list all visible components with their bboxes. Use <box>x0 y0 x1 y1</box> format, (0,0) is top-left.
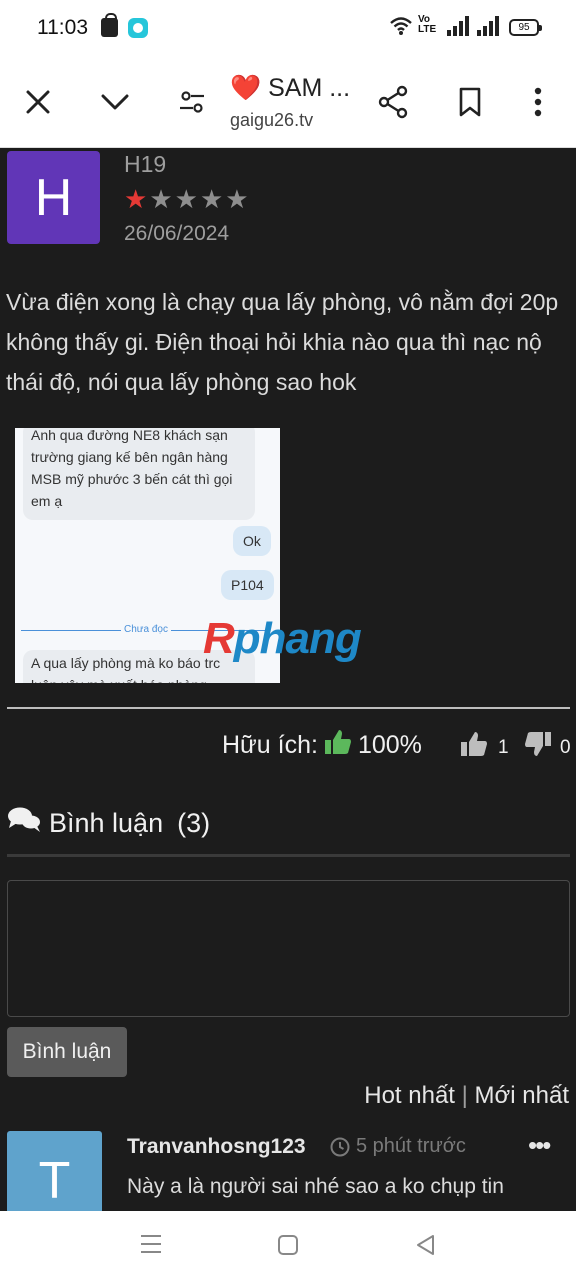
helpful-label: Hữu ích: <box>222 731 318 759</box>
status-bar: 11:03 Vo LTE 95 <box>0 0 576 56</box>
menu-icon[interactable] <box>139 1233 165 1259</box>
page-title[interactable]: ❤️ SAM ... <box>230 74 350 103</box>
comment-more-icon[interactable]: ••• <box>528 1130 551 1161</box>
sort-hot-link[interactable]: Hot nhất <box>364 1082 455 1109</box>
clock-icon <box>330 1137 350 1156</box>
comments-title: Bình luận <box>49 808 164 838</box>
like-count: 1 <box>498 736 509 758</box>
bookmark-icon[interactable] <box>450 82 490 122</box>
close-icon[interactable] <box>18 82 58 122</box>
sort-separator: | <box>461 1082 468 1109</box>
status-time: 11:03 <box>37 16 88 39</box>
shopping-bag-icon <box>101 13 118 37</box>
wifi-icon <box>390 17 412 35</box>
divider <box>7 854 570 857</box>
reviewer-name[interactable]: H19 <box>124 151 166 178</box>
page-url[interactable]: gaigu26.tv <box>230 110 313 131</box>
sort-new-link[interactable]: Mới nhất <box>475 1082 569 1109</box>
chat-bubble-incoming: Anh qua đường NE8 khách sạn trường giang… <box>23 428 255 520</box>
system-nav-bar <box>0 1211 576 1280</box>
review-date: 26/06/2024 <box>124 222 230 245</box>
thumbs-up-icon <box>324 728 352 763</box>
star-icon: ★ <box>174 184 198 214</box>
chat-app-icon <box>128 18 148 38</box>
star-icon: ★ <box>225 184 249 214</box>
star-icon: ★ <box>199 184 224 214</box>
battery-icon: 95 <box>509 19 542 36</box>
comments-icon <box>7 806 41 841</box>
signal-icon <box>447 16 469 36</box>
browser-toolbar: ❤️ SAM ... gaigu26.tv <box>0 56 576 148</box>
star-icon: ★ <box>149 184 173 214</box>
star-rating: ★ ★ ★ ★ ★ <box>124 186 249 212</box>
chat-bubble-outgoing: P104 <box>221 570 274 600</box>
thumbs-down-icon <box>522 730 552 765</box>
helpful-stat: Hữu ích: 100% <box>222 728 422 763</box>
dislike-button[interactable]: 0 <box>522 730 571 765</box>
chat-bubble-outgoing: Ok <box>233 526 271 556</box>
comment-text: Này a là người sai nhé sao a ko chụp tin <box>127 1175 504 1198</box>
comments-heading: Bình luận (3) <box>7 806 210 841</box>
comment-input[interactable] <box>7 880 570 1017</box>
dislike-count: 0 <box>560 736 571 758</box>
comment-sort: Hot nhất | Mới nhất <box>364 1082 569 1110</box>
volte-icon: Vo LTE <box>418 14 437 35</box>
like-button[interactable]: 1 <box>460 730 509 765</box>
share-icon[interactable] <box>373 82 413 122</box>
thumbs-up-icon <box>460 730 490 765</box>
helpful-percent: 100% <box>357 731 422 759</box>
more-vert-icon[interactable] <box>518 82 558 122</box>
unread-divider-label: Chưa đọc <box>121 624 171 635</box>
divider <box>7 707 570 709</box>
submit-comment-button[interactable]: Bình luận <box>7 1027 127 1077</box>
home-icon[interactable] <box>276 1233 302 1259</box>
commenter-name[interactable]: Tranvanhosng123 <box>127 1135 306 1159</box>
page-title-text: SAM ... <box>268 74 351 102</box>
star-icon: ★ <box>124 184 148 214</box>
watermark: Rphang <box>203 614 362 663</box>
comment-time: 5 phút trước <box>330 1135 466 1158</box>
comments-count: (3) <box>177 808 211 838</box>
commenter-avatar: T <box>7 1131 102 1211</box>
signal-icon <box>477 16 499 36</box>
heart-icon: ❤️ <box>230 74 262 102</box>
page-settings-icon[interactable] <box>172 82 212 122</box>
reviewer-avatar: H <box>7 151 100 244</box>
back-icon[interactable] <box>414 1233 440 1259</box>
chevron-down-icon[interactable] <box>95 82 135 122</box>
comment-time-text: 5 phút trước <box>356 1135 466 1157</box>
review-text: Vừa điện xong là chạy qua lấy phòng, vô … <box>6 289 559 395</box>
